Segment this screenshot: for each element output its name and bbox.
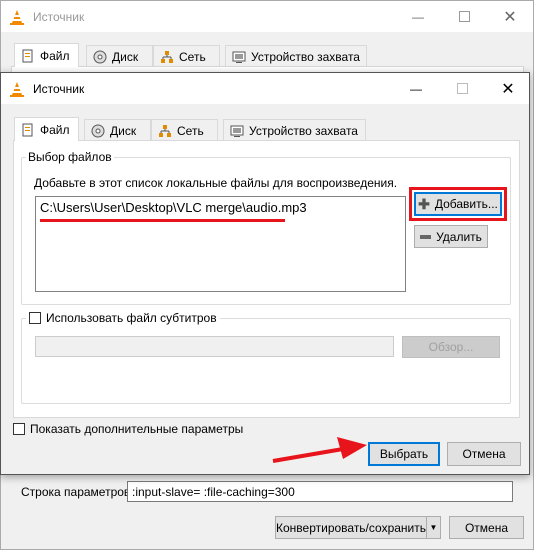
show-more-label: Показать дополнительные параметры	[30, 422, 244, 436]
disc-icon	[91, 124, 105, 138]
add-button[interactable]: ✚ Добавить...	[414, 192, 502, 216]
vlc-cone-icon	[10, 81, 24, 97]
tab-label: Сеть	[179, 49, 206, 64]
annotation-arrow	[272, 437, 367, 463]
tab-capture[interactable]: Устройство захвата	[223, 119, 366, 141]
file-list[interactable]: C:\Users\User\Desktop\VLC merge\audio.mp…	[35, 196, 406, 292]
file-icon	[21, 123, 35, 137]
tab-disc[interactable]: Диск	[84, 119, 151, 141]
subtitle-group: Использовать файл субтитров Обзор...	[21, 311, 511, 404]
cancel-button[interactable]: Отмена	[447, 442, 521, 466]
back-cancel-label: Отмена	[464, 520, 509, 535]
browse-button: Обзор...	[402, 336, 500, 358]
remove-label: Удалить	[436, 229, 482, 244]
vlc-cone-icon	[10, 9, 24, 25]
tab-label: Сеть	[177, 123, 204, 138]
tab-label: Файл	[40, 48, 70, 63]
minus-icon	[420, 234, 432, 239]
annotation-underline	[40, 219, 285, 222]
plus-icon: ✚	[418, 195, 430, 212]
remove-button[interactable]: Удалить	[414, 225, 488, 248]
params-label: Строка параметров	[21, 485, 131, 499]
file-icon	[21, 49, 35, 63]
capture-icon	[230, 124, 244, 138]
tab-label: Диск	[112, 49, 139, 64]
add-label: Добавить...	[434, 197, 498, 211]
dropdown-arrow-icon: ▼	[429, 523, 438, 532]
back-cancel-button[interactable]: Отмена	[449, 516, 524, 539]
convert-save-button[interactable]: Конвертировать/сохранить	[275, 516, 427, 539]
minimize-icon[interactable]: —	[393, 73, 439, 104]
minimize-icon[interactable]: —	[395, 1, 441, 32]
params-value: :input-slave= :file-caching=300	[132, 485, 295, 499]
tab-file[interactable]: Файл	[14, 117, 79, 141]
subtitle-label: Использовать файл субтитров	[46, 311, 217, 325]
browse-label: Обзор...	[428, 340, 474, 354]
tab-label: Файл	[40, 122, 70, 137]
network-icon	[160, 50, 174, 64]
back-tab-file[interactable]: Файл	[14, 43, 79, 67]
back-tab-disc[interactable]: Диск	[86, 45, 153, 67]
back-tab-capture[interactable]: Устройство захвата	[225, 45, 367, 67]
cancel-label: Отмена	[462, 447, 506, 461]
list-item[interactable]: C:\Users\User\Desktop\VLC merge\audio.mp…	[40, 200, 307, 215]
files-group-title: Выбор файлов	[26, 150, 114, 164]
maximize-icon[interactable]	[439, 73, 485, 104]
back-tab-network[interactable]: Сеть	[153, 45, 220, 67]
back-window-title: Источник	[33, 9, 85, 24]
file-entry: C:\Users\User\Desktop\VLC merge\audio.mp…	[40, 200, 307, 215]
show-more-checkbox[interactable]	[13, 423, 25, 435]
close-icon[interactable]: ✕	[485, 73, 531, 104]
front-window: Источник — ✕ Файл Диск Сеть Устройство з…	[0, 72, 530, 475]
file-tab-panel: Выбор файлов Добавьте в этот список лока…	[13, 140, 520, 418]
subtitle-toggle[interactable]: Использовать файл субтитров	[26, 311, 220, 325]
tab-label: Устройство захвата	[249, 123, 358, 138]
subtitle-checkbox[interactable]	[29, 312, 41, 324]
tab-label: Устройство захвата	[251, 49, 360, 64]
tab-network[interactable]: Сеть	[151, 119, 218, 141]
tab-label: Диск	[110, 123, 137, 138]
maximize-icon[interactable]	[441, 1, 487, 32]
show-more-toggle[interactable]: Показать дополнительные параметры	[13, 422, 243, 436]
convert-dropdown-button[interactable]: ▼	[426, 516, 441, 539]
convert-save-label: Конвертировать/сохранить	[276, 520, 426, 535]
front-window-title: Источник	[33, 81, 85, 96]
close-icon[interactable]: ✕	[487, 1, 533, 32]
select-label: Выбрать	[379, 447, 429, 461]
network-icon	[158, 124, 172, 138]
files-hint: Добавьте в этот список локальные файлы д…	[34, 176, 398, 190]
params-input[interactable]: :input-slave= :file-caching=300	[127, 481, 513, 502]
files-group: Выбор файлов Добавьте в этот список лока…	[21, 150, 511, 305]
capture-icon	[232, 50, 246, 64]
disc-icon	[93, 50, 107, 64]
subtitle-path-input	[35, 336, 394, 357]
select-button[interactable]: Выбрать	[368, 442, 440, 466]
